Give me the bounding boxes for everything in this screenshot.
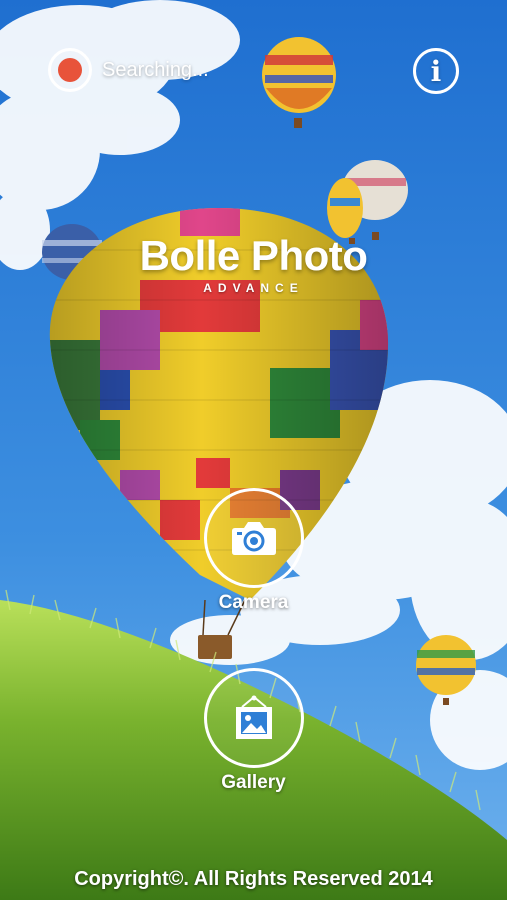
camera-label: Camera xyxy=(218,592,289,613)
status-text: Searching... xyxy=(102,58,209,81)
gallery-icon xyxy=(235,695,272,739)
camera-action: Camera xyxy=(0,488,507,614)
app-logo: Bolle Photo ADVANCE xyxy=(0,232,507,296)
logo-title: Bolle Photo xyxy=(139,232,368,279)
connection-status: Searching... xyxy=(48,48,209,92)
gallery-label: Gallery xyxy=(221,772,286,793)
copyright-text: Copyright©. All Rights Reserved 2014 xyxy=(74,868,433,890)
gallery-button[interactable] xyxy=(203,668,304,768)
camera-icon xyxy=(231,522,276,555)
logo-subtitle: ADVANCE xyxy=(203,281,304,295)
camera-button[interactable] xyxy=(203,488,304,588)
record-indicator-icon xyxy=(48,48,92,92)
info-button[interactable]: i xyxy=(413,48,459,94)
info-icon: i xyxy=(430,54,442,88)
gallery-action: Gallery xyxy=(0,668,507,794)
record-dot xyxy=(58,58,82,82)
